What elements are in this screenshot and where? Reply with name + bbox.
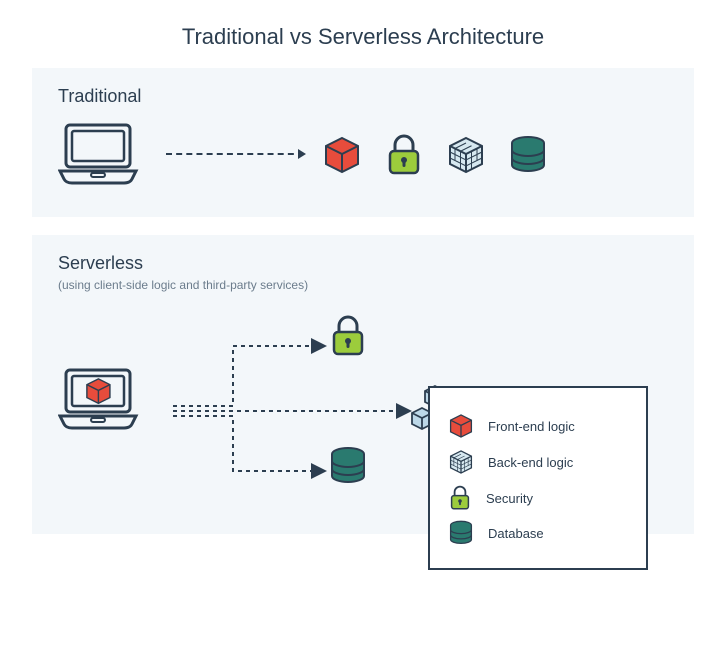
legend-label: Front-end logic <box>488 419 575 434</box>
frontend-cube-icon <box>322 134 362 176</box>
lock-icon <box>384 133 424 177</box>
laptop-with-cube-icon <box>58 366 158 438</box>
serverless-panel: Serverless (using client-side logic and … <box>32 235 694 534</box>
backend-cube-icon <box>446 134 486 176</box>
legend-item-backend: Back-end logic <box>448 448 628 476</box>
arrow-icon <box>166 153 304 157</box>
legend-item-security: Security <box>448 484 628 512</box>
lock-icon <box>328 314 368 358</box>
legend-label: Back-end logic <box>488 455 573 470</box>
legend-box: Front-end logic Back-end logic Security … <box>428 386 648 570</box>
diagram-title: Traditional vs Serverless Architecture <box>0 0 726 68</box>
database-icon <box>448 520 474 546</box>
legend-label: Security <box>486 491 533 506</box>
laptop-icon <box>58 121 148 189</box>
legend-item-frontend: Front-end logic <box>448 412 628 440</box>
legend-label: Database <box>488 526 544 541</box>
traditional-panel: Traditional <box>32 68 694 217</box>
lock-icon <box>448 484 472 512</box>
legend-item-database: Database <box>448 520 628 546</box>
backend-cube-icon <box>448 448 474 476</box>
serverless-heading: Serverless <box>58 253 668 274</box>
traditional-heading: Traditional <box>58 86 668 107</box>
branch-arrows-icon <box>173 336 353 506</box>
serverless-subheading: (using client-side logic and third-party… <box>58 278 668 292</box>
frontend-cube-icon <box>448 412 474 440</box>
database-icon <box>508 135 548 175</box>
database-icon <box>328 446 368 486</box>
